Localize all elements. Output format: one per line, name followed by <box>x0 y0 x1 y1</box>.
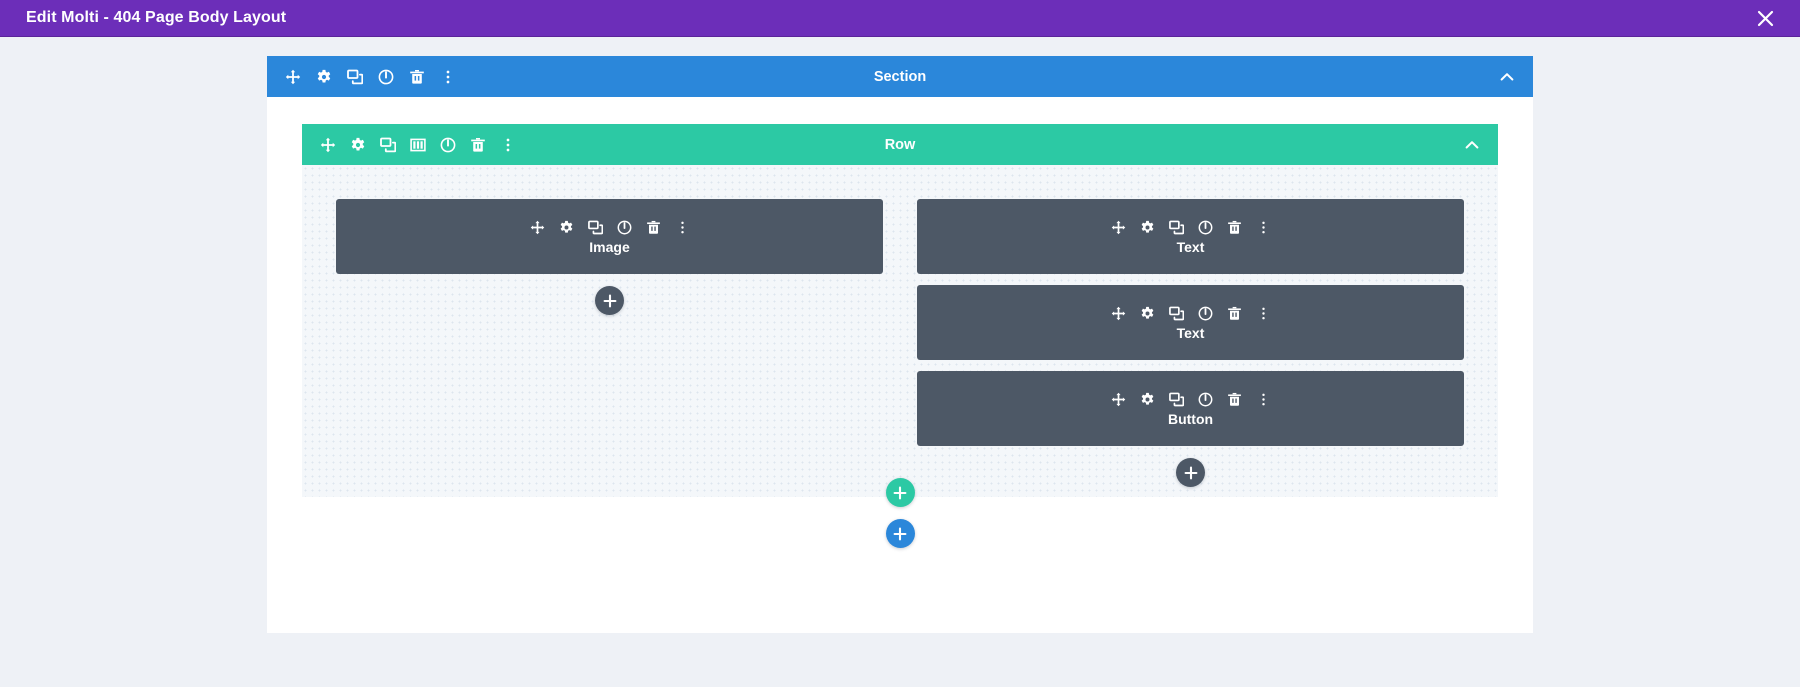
power-icon[interactable] <box>1197 305 1213 321</box>
duplicate-icon[interactable] <box>346 68 363 85</box>
section-container: Section Row Image Text Text Button <box>267 56 1533 527</box>
module-label: Button <box>1167 411 1214 427</box>
section-body: Row Image Text Text Button <box>267 97 1533 527</box>
module-label: Text <box>1176 239 1205 255</box>
gear-icon[interactable] <box>558 219 574 235</box>
columns-icon[interactable] <box>409 136 426 153</box>
gear-icon[interactable] <box>1139 305 1155 321</box>
gear-icon[interactable] <box>1139 391 1155 407</box>
module-toolbar <box>1110 305 1271 321</box>
move-icon[interactable] <box>1110 305 1126 321</box>
module-label: Image <box>589 239 630 255</box>
trash-icon[interactable] <box>645 219 661 235</box>
page-title: Edit Molti - 404 Page Body Layout <box>26 9 287 26</box>
row-body: Image Text Text Button <box>302 165 1498 497</box>
move-icon[interactable] <box>319 136 336 153</box>
editor-titlebar: Edit Molti - 404 Page Body Layout <box>0 0 1800 37</box>
trash-icon[interactable] <box>1226 305 1242 321</box>
chevron-up-icon[interactable] <box>1497 67 1517 87</box>
duplicate-icon[interactable] <box>1168 391 1184 407</box>
add-row-wrap <box>267 478 1533 507</box>
row-toolbar[interactable]: Row <box>302 124 1498 165</box>
column-grid: Image Text Text Button <box>336 199 1464 487</box>
module-text-1[interactable]: Text <box>917 199 1464 274</box>
chevron-up-icon[interactable] <box>1462 135 1482 155</box>
module-toolbar <box>1110 391 1271 407</box>
row-container: Row Image Text Text Button <box>302 124 1498 497</box>
section-toolbar-icons <box>284 68 456 85</box>
more-options-icon[interactable] <box>674 219 690 235</box>
module-image[interactable]: Image <box>336 199 883 274</box>
module-toolbar <box>1110 219 1271 235</box>
trash-icon[interactable] <box>469 136 486 153</box>
more-options-icon[interactable] <box>439 68 456 85</box>
move-icon[interactable] <box>284 68 301 85</box>
power-icon[interactable] <box>616 219 632 235</box>
close-icon[interactable] <box>1752 5 1778 31</box>
trash-icon[interactable] <box>1226 219 1242 235</box>
power-icon[interactable] <box>1197 219 1213 235</box>
trash-icon[interactable] <box>1226 391 1242 407</box>
gear-icon[interactable] <box>1139 219 1155 235</box>
gear-icon[interactable] <box>315 68 332 85</box>
move-icon[interactable] <box>1110 219 1126 235</box>
builder-canvas: Section Row Image Text Text Button <box>0 37 1800 687</box>
move-icon[interactable] <box>1110 391 1126 407</box>
right-column: Text Text Button <box>917 199 1464 487</box>
left-column-add-module-wrap <box>336 286 883 315</box>
module-toolbar <box>529 219 690 235</box>
section-toolbar[interactable]: Section <box>267 56 1533 97</box>
add-row-button[interactable] <box>885 478 915 507</box>
add-section-button[interactable] <box>885 519 915 548</box>
duplicate-icon[interactable] <box>587 219 603 235</box>
section-label: Section <box>873 68 927 85</box>
module-button[interactable]: Button <box>917 371 1464 446</box>
more-options-icon[interactable] <box>1255 391 1271 407</box>
left-column: Image <box>336 199 883 315</box>
trash-icon[interactable] <box>408 68 425 85</box>
row-toolbar-icons <box>319 136 516 153</box>
more-options-icon[interactable] <box>1255 305 1271 321</box>
duplicate-icon[interactable] <box>379 136 396 153</box>
more-options-icon[interactable] <box>499 136 516 153</box>
more-options-icon[interactable] <box>1255 219 1271 235</box>
power-icon[interactable] <box>1197 391 1213 407</box>
duplicate-icon[interactable] <box>1168 305 1184 321</box>
add-module-button[interactable] <box>595 286 624 315</box>
move-icon[interactable] <box>529 219 545 235</box>
module-text-2[interactable]: Text <box>917 285 1464 360</box>
gear-icon[interactable] <box>349 136 366 153</box>
power-icon[interactable] <box>439 136 456 153</box>
duplicate-icon[interactable] <box>1168 219 1184 235</box>
add-section-wrap <box>267 519 1533 548</box>
power-icon[interactable] <box>377 68 394 85</box>
module-label: Text <box>1176 325 1205 341</box>
